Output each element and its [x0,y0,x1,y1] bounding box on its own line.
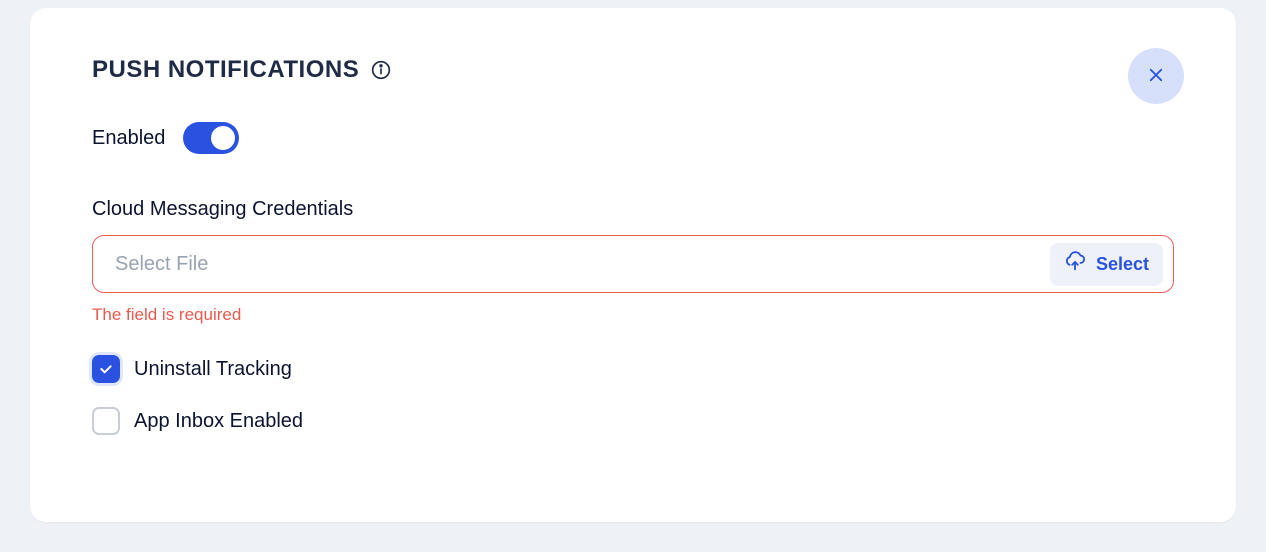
close-icon [1147,66,1165,87]
enabled-row: Enabled [92,122,1174,154]
info-icon[interactable] [371,60,391,80]
app-inbox-label: App Inbox Enabled [134,410,303,433]
select-button-label: Select [1096,254,1149,275]
uninstall-tracking-checkbox[interactable] [92,355,120,383]
section-header: PUSH NOTIFICATIONS [92,56,1174,84]
uninstall-tracking-label: Uninstall Tracking [134,358,292,381]
file-input-wrap: Select [92,235,1174,293]
error-message: The field is required [92,305,1174,325]
select-file-button[interactable]: Select [1050,243,1163,286]
credentials-field: Cloud Messaging Credentials Select The f… [92,198,1174,325]
enabled-toggle[interactable] [183,122,239,154]
close-button[interactable] [1128,48,1184,104]
enabled-label: Enabled [92,127,165,150]
app-inbox-checkbox[interactable] [92,407,120,435]
credentials-label: Cloud Messaging Credentials [92,198,1174,221]
uninstall-tracking-row: Uninstall Tracking [92,355,1174,383]
toggle-knob [211,126,235,150]
app-inbox-row: App Inbox Enabled [92,407,1174,435]
file-input[interactable] [115,253,1050,276]
push-notifications-card: PUSH NOTIFICATIONS Enabled Cloud Messagi… [30,8,1236,522]
section-title: PUSH NOTIFICATIONS [92,56,359,84]
check-icon [98,361,114,377]
cloud-upload-icon [1064,251,1086,278]
